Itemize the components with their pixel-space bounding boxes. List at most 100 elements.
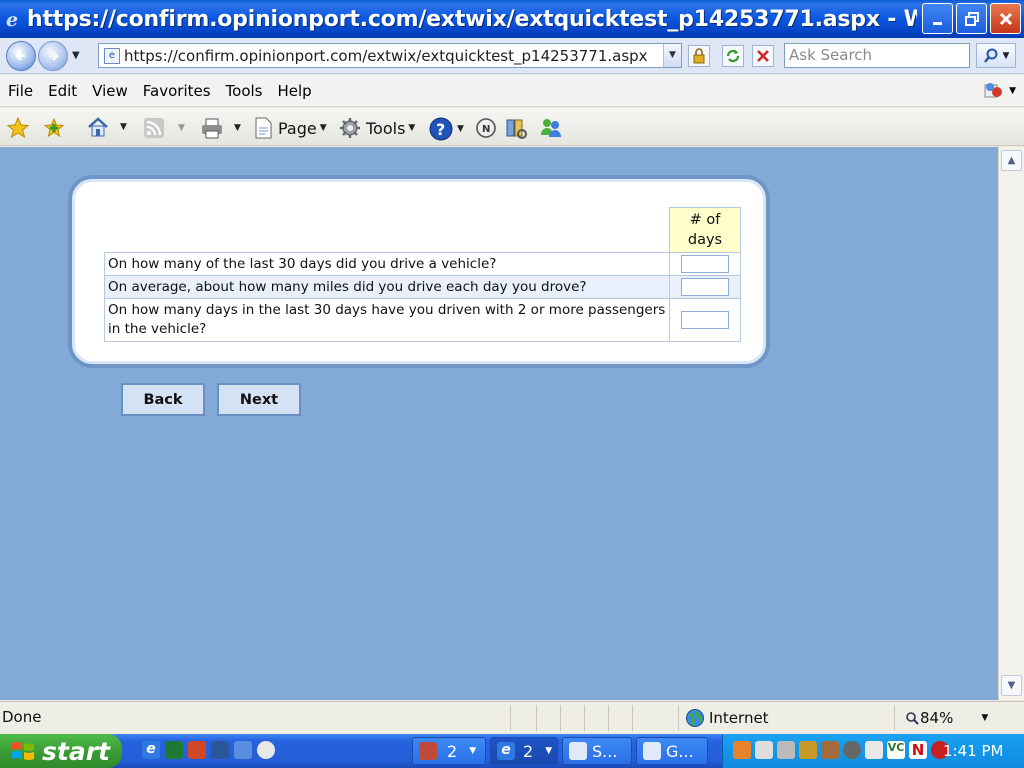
media-player-icon[interactable] <box>257 741 275 759</box>
taskbar-window-label: G... <box>666 741 694 761</box>
start-button[interactable]: start <box>0 734 122 768</box>
forward-nav-button[interactable] <box>38 41 68 71</box>
ie-quicklaunch-icon[interactable]: e <box>142 741 160 759</box>
tray-printer-icon[interactable] <box>755 741 773 759</box>
menu-help[interactable]: Help <box>278 82 312 100</box>
history-dropdown-icon[interactable]: ▼ <box>72 50 80 61</box>
security-zone[interactable]: Internet <box>678 705 894 731</box>
app-window-icon <box>643 742 661 760</box>
tray-java-icon[interactable] <box>733 741 751 759</box>
tray-norton-icon[interactable]: N <box>909 741 927 759</box>
messenger-button[interactable] <box>538 116 564 140</box>
table-row: On how many days in the last 30 days hav… <box>104 298 741 342</box>
arrow-left-icon <box>15 51 25 61</box>
zoom-control[interactable]: 84% ▼ <box>894 705 1000 731</box>
back-button[interactable]: Back <box>121 383 205 416</box>
help-button[interactable]: ? ▼ <box>428 116 464 142</box>
links-button[interactable]: ▼ <box>983 81 1016 101</box>
taskbar-ie-group-button[interactable]: e 2 ▼ <box>490 737 558 765</box>
menu-favorites[interactable]: Favorites <box>143 82 211 100</box>
tray-lock-icon[interactable] <box>777 741 795 759</box>
powerpoint-icon[interactable] <box>188 741 206 759</box>
start-label: start <box>42 736 110 766</box>
quick-launch: e <box>142 741 275 759</box>
outlook-icon[interactable] <box>234 741 252 759</box>
stop-icon <box>757 50 769 62</box>
favorites-center-button[interactable] <box>6 116 30 140</box>
zoom-dropdown-icon[interactable]: ▼ <box>981 713 988 723</box>
command-bar: ▼ ▼ ▼ Page ▼ Tools ▼ ? ▼ N <box>0 108 1024 146</box>
status-bar: Done Internet 84% ▼ <box>0 701 1024 733</box>
help-dropdown-icon: ▼ <box>457 124 464 134</box>
search-icon <box>983 48 998 63</box>
status-segment <box>536 705 560 731</box>
feeds-dropdown-icon[interactable]: ▼ <box>178 123 185 133</box>
page-icon <box>255 117 272 139</box>
tray-vc-icon[interactable]: VC <box>887 741 905 759</box>
tray-users-icon[interactable] <box>821 741 839 759</box>
address-url: https://confirm.opinionport.com/extwix/e… <box>124 46 648 65</box>
window-title-bar: e https://confirm.opinionport.com/extwix… <box>0 0 1024 38</box>
survey-panel: # of days On how many of the last 30 day… <box>68 175 770 368</box>
word-icon[interactable] <box>211 741 229 759</box>
vertical-scrollbar[interactable]: ▲ ▼ <box>998 147 1024 700</box>
printer-icon <box>202 118 222 139</box>
search-dropdown-icon[interactable]: ▼ <box>1003 51 1010 61</box>
miles-per-day-input[interactable] <box>681 278 729 296</box>
passenger-days-input[interactable] <box>681 311 729 329</box>
tray-volume-icon[interactable] <box>865 741 883 759</box>
print-dropdown-icon[interactable]: ▼ <box>234 123 241 133</box>
search-input[interactable]: Ask Search <box>784 43 970 68</box>
zoom-level: 84% <box>920 709 954 727</box>
question-text: On how many of the last 30 days did you … <box>104 252 670 276</box>
close-icon <box>999 12 1012 25</box>
taskbar-window-button[interactable]: S... <box>562 737 632 765</box>
address-field[interactable]: e https://confirm.opinionport.com/extwix… <box>98 43 682 68</box>
question-text: On how many days in the last 30 days hav… <box>104 298 670 342</box>
next-button[interactable]: Next <box>217 383 301 416</box>
menu-bar: File Edit View Favorites Tools Help ▼ <box>0 75 1024 107</box>
taskbar-window-button[interactable]: G... <box>636 737 708 765</box>
svg-text:?: ? <box>436 120 445 139</box>
page-menu-label: Page <box>278 118 317 138</box>
home-button[interactable]: ▼ <box>86 116 127 138</box>
feeds-button[interactable]: ▼ <box>142 116 185 140</box>
home-dropdown-icon[interactable]: ▼ <box>120 122 127 132</box>
header-blank-cell <box>105 208 670 253</box>
menu-edit[interactable]: Edit <box>48 82 77 100</box>
answer-cell <box>669 298 741 342</box>
menu-file[interactable]: File <box>8 82 33 100</box>
days-driven-input[interactable] <box>681 255 729 273</box>
tools-menu-label: Tools <box>366 118 406 138</box>
gear-icon <box>340 118 360 138</box>
tray-shield-icon[interactable] <box>799 741 817 759</box>
reading-button[interactable] <box>504 116 528 140</box>
refresh-button[interactable] <box>722 45 744 67</box>
lock-icon <box>693 48 705 64</box>
menu-view[interactable]: View <box>92 82 128 100</box>
tray-sound-icon[interactable] <box>843 741 861 759</box>
tools-menu-button[interactable]: Tools ▼ <box>338 116 415 140</box>
page-menu-button[interactable]: Page ▼ <box>252 116 327 140</box>
back-nav-button[interactable] <box>6 41 36 71</box>
system-tray: VC N 1:41 PM <box>722 734 1024 768</box>
stop-button[interactable] <box>752 45 774 67</box>
search-button[interactable]: ▼ <box>976 43 1016 68</box>
restore-button[interactable] <box>956 3 987 34</box>
minimize-button[interactable] <box>922 3 953 34</box>
menu-tools[interactable]: Tools <box>226 82 263 100</box>
close-window-button[interactable] <box>990 3 1021 34</box>
excel-icon[interactable] <box>165 741 183 759</box>
taskbar-group-button[interactable]: 2 ▼ <box>412 737 486 765</box>
status-text: Done <box>2 708 42 726</box>
scroll-up-button[interactable]: ▲ <box>1001 150 1022 171</box>
add-favorite-button[interactable] <box>42 116 66 140</box>
home-icon <box>88 117 108 137</box>
print-button[interactable]: ▼ <box>200 116 241 140</box>
security-lock-button[interactable] <box>688 45 710 67</box>
research-button[interactable]: N <box>474 116 498 140</box>
address-dropdown-icon[interactable]: ▼ <box>663 44 681 67</box>
scroll-down-button[interactable]: ▼ <box>1001 675 1022 696</box>
status-segment <box>584 705 608 731</box>
reader-icon <box>506 119 527 139</box>
